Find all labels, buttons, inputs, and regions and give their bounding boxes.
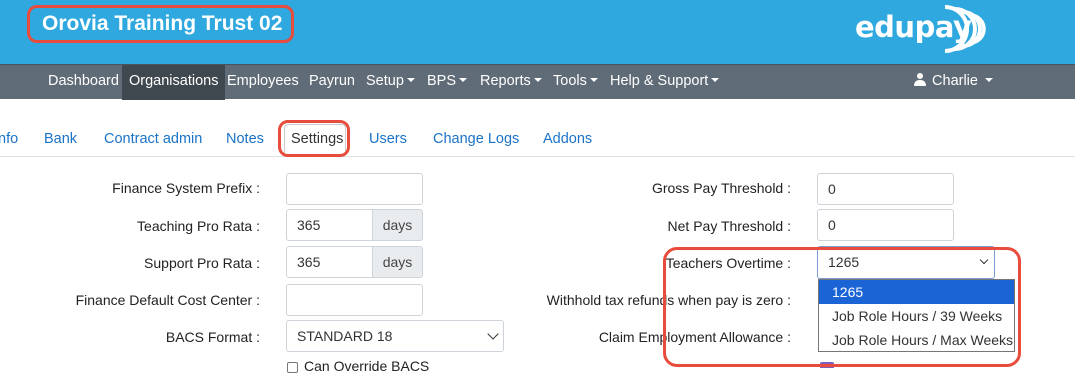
nav-user-menu[interactable]: Charlie: [914, 65, 993, 100]
tab-users[interactable]: Users: [369, 131, 407, 147]
tab-info[interactable]: nfo: [0, 131, 18, 147]
support-pro-rata-input[interactable]: 365: [286, 246, 373, 278]
bacs-format-select[interactable]: STANDARD 18: [286, 320, 504, 352]
finance-cost-center-input[interactable]: [286, 284, 423, 316]
teaching-pro-rata-label: Teaching Pro Rata :: [137, 218, 260, 234]
nav-reports-label: Reports: [480, 73, 531, 89]
tab-bank[interactable]: Bank: [44, 131, 77, 147]
finance-prefix-input[interactable]: [286, 173, 423, 205]
user-name: Charlie: [932, 73, 978, 89]
tab-change-logs[interactable]: Change Logs: [433, 131, 519, 147]
can-override-bacs-label: Can Override BACS: [304, 358, 430, 374]
nav-help-support[interactable]: Help & Support: [610, 65, 719, 100]
nav-bps[interactable]: BPS: [427, 65, 467, 100]
nav-payrun[interactable]: Payrun: [309, 65, 355, 100]
support-pro-rata-unit: days: [373, 246, 423, 278]
nav-setup-label: Setup: [366, 73, 404, 89]
logo-text: edupay: [855, 10, 972, 44]
nav-help-label: Help & Support: [610, 73, 709, 89]
settings-tab-highlight: [278, 120, 350, 157]
gross-pay-threshold-input[interactable]: 0: [817, 173, 954, 205]
organisation-title: Orovia Training Trust 02: [27, 5, 294, 43]
main-navbar: Dashboard Organisations Employees Payrun…: [0, 64, 1075, 100]
logo-text-pay: pay: [914, 10, 972, 44]
net-pay-threshold-input[interactable]: 0: [817, 209, 954, 241]
nav-tools[interactable]: Tools: [553, 65, 598, 100]
nav-dashboard[interactable]: Dashboard: [48, 65, 119, 100]
tab-addons[interactable]: Addons: [543, 131, 592, 147]
teaching-pro-rata-input[interactable]: 365: [286, 209, 373, 241]
nav-employees[interactable]: Employees: [227, 65, 299, 100]
nav-setup[interactable]: Setup: [366, 65, 415, 100]
support-pro-rata-label: Support Pro Rata :: [144, 255, 260, 271]
tab-contract-admin[interactable]: Contract admin: [104, 131, 202, 147]
nav-tools-label: Tools: [553, 73, 587, 89]
gross-pay-threshold-label: Gross Pay Threshold :: [651, 180, 791, 196]
dropdown-highlight: [663, 247, 1021, 367]
teaching-pro-rata-unit: days: [373, 209, 423, 241]
edupay-logo[interactable]: edupay: [855, 3, 986, 53]
net-pay-threshold-label: Net Pay Threshold :: [667, 218, 791, 234]
tabs-divider: [0, 156, 1075, 157]
logo-text-edu: edu: [855, 10, 915, 44]
nav-organisations[interactable]: Organisations: [122, 65, 226, 100]
nav-reports[interactable]: Reports: [480, 65, 542, 100]
tab-notes[interactable]: Notes: [226, 131, 264, 147]
finance-prefix-label: Finance System Prefix :: [112, 180, 260, 196]
nav-bps-label: BPS: [427, 73, 457, 89]
bacs-format-label: BACS Format :: [165, 329, 260, 345]
top-banner: Orovia Training Trust 02 edupay: [0, 0, 1075, 64]
finance-cost-center-label: Finance Default Cost Center :: [75, 292, 260, 308]
user-icon: [914, 73, 926, 86]
